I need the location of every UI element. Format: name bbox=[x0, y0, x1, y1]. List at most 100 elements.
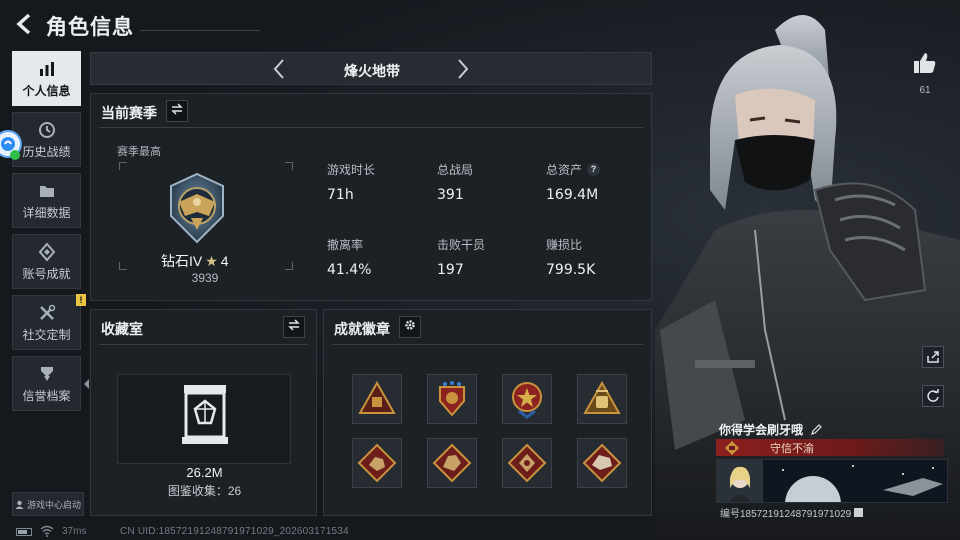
season-selector: 烽火地带 bbox=[90, 52, 652, 85]
stat-value: 197 bbox=[437, 262, 464, 278]
achievement-badge[interactable] bbox=[352, 438, 402, 488]
sidebar-item-social-custom[interactable]: 社交定制 ! bbox=[12, 294, 86, 350]
page-title: 角色信息 bbox=[46, 16, 134, 39]
current-season-panel: 当前赛季 赛季最高 钻石IV ★ 4 3939 游戏时长 71h 总战局 391… bbox=[90, 93, 652, 301]
creature-diamond-badge-icon bbox=[582, 443, 622, 483]
stat-label: 游戏时长 bbox=[327, 163, 376, 177]
rank-stars: 4 bbox=[220, 253, 229, 269]
notification-badge: ! bbox=[76, 294, 86, 306]
achievement-badge[interactable] bbox=[427, 374, 477, 424]
stat-label: 赚损比 bbox=[546, 238, 583, 252]
divider bbox=[99, 344, 308, 345]
stat-value: 71h bbox=[327, 187, 354, 203]
stat-operators-defeated: 击败干员 197 bbox=[437, 236, 485, 278]
title-divider bbox=[140, 30, 260, 31]
season-name: 烽火地带 bbox=[344, 63, 400, 79]
user-icon bbox=[15, 500, 24, 509]
collection-panel[interactable]: 收藏室 26.2M 图鉴收集：26 bbox=[90, 309, 317, 516]
battery-icon bbox=[16, 528, 32, 536]
stat-value: 391 bbox=[437, 187, 464, 203]
reputation-label: 守信不渝 bbox=[770, 442, 814, 455]
achievement-badge[interactable] bbox=[352, 374, 402, 424]
stat-value: 169.4M bbox=[546, 187, 599, 203]
back-arrow-icon[interactable] bbox=[14, 12, 36, 36]
wifi-icon bbox=[40, 525, 54, 537]
reputation-bar: 守信不渝 bbox=[716, 439, 944, 456]
player-id-row: 编号18572191248791971029 bbox=[720, 505, 864, 520]
refresh-button[interactable] bbox=[922, 385, 944, 407]
player-id: 编号18572191248791971029 bbox=[720, 509, 852, 520]
like-count: 61 bbox=[919, 85, 931, 96]
achievements-panel: 成就徽章 bbox=[323, 309, 652, 516]
achievement-badge[interactable] bbox=[427, 438, 477, 488]
stat-label: 撤离率 bbox=[327, 238, 364, 252]
panel-title: 收藏室 bbox=[101, 321, 143, 337]
achievement-badge[interactable] bbox=[502, 438, 552, 488]
help-icon[interactable]: ? bbox=[587, 163, 601, 176]
sidebar-item-reputation[interactable]: 信誉档案 bbox=[12, 356, 89, 411]
reputation-crest-icon bbox=[725, 440, 739, 455]
swap-button[interactable] bbox=[166, 100, 188, 122]
uid-text: CN UID:18572191248791971029_202603171534 bbox=[120, 526, 349, 537]
stat-profit-loss-ratio: 赚损比 799.5K bbox=[546, 236, 595, 278]
clock-icon bbox=[38, 122, 55, 138]
share-icon bbox=[927, 351, 939, 363]
copy-icon[interactable] bbox=[854, 508, 864, 517]
sidebar-item-label: 社交定制 bbox=[22, 328, 71, 342]
round-star-badge-icon bbox=[512, 382, 542, 419]
creature-diamond-badge-icon bbox=[432, 443, 472, 483]
divider bbox=[332, 344, 643, 345]
settings-button[interactable] bbox=[399, 316, 421, 338]
rank-name: 钻石IV bbox=[161, 253, 203, 269]
panel-title: 成就徽章 bbox=[334, 321, 390, 337]
achievement-badge[interactable] bbox=[577, 438, 627, 488]
swap-button[interactable] bbox=[283, 316, 305, 338]
swap-icon bbox=[171, 103, 183, 115]
achievement-badge[interactable] bbox=[577, 374, 627, 424]
chevron-right-icon[interactable] bbox=[453, 57, 473, 81]
sidebar-item-label: 详细数据 bbox=[22, 206, 71, 220]
sidebar-item-detailed-data[interactable]: 详细数据 bbox=[12, 173, 81, 228]
creature-diamond-badge-icon bbox=[507, 443, 547, 483]
sidebar-item-personal-info[interactable]: 个人信息 bbox=[12, 51, 81, 106]
collection-count: 图鉴收集：26 bbox=[167, 484, 242, 498]
swap-icon bbox=[288, 319, 300, 331]
sidebar: 个人信息 历史战绩 详细数据 账号成就 社交定制 ! 信誉档案 bbox=[12, 51, 89, 417]
sidebar-item-achievements[interactable]: 账号成就 bbox=[12, 234, 81, 289]
sidebar-item-label: 个人信息 bbox=[22, 84, 71, 98]
stat-extraction-rate: 撤离率 41.4% bbox=[327, 236, 371, 278]
like-button[interactable]: 61 bbox=[912, 52, 938, 96]
triangle-crest-badge-icon bbox=[583, 380, 621, 414]
refresh-icon bbox=[927, 389, 939, 402]
gear-icon bbox=[405, 320, 415, 330]
stat-label: 击败干员 bbox=[437, 238, 486, 252]
ping-text: 37ms bbox=[62, 526, 87, 537]
player-card-banner bbox=[763, 460, 947, 502]
shield-award-icon bbox=[40, 367, 53, 381]
sidebar-item-label: 历史战绩 bbox=[22, 145, 71, 159]
stat-label: 总战局 bbox=[437, 163, 474, 177]
tools-icon bbox=[39, 304, 55, 320]
bar-chart-icon bbox=[39, 62, 54, 76]
share-button[interactable] bbox=[922, 346, 944, 368]
diamond-badge-icon bbox=[38, 242, 55, 262]
stat-total-assets: 总资产 ? 169.4M bbox=[546, 161, 601, 203]
floating-assistant-icon[interactable] bbox=[0, 124, 24, 164]
folder-icon bbox=[39, 186, 54, 197]
stat-total-matches: 总战局 391 bbox=[437, 161, 473, 203]
collapse-arrow-icon[interactable] bbox=[84, 379, 89, 389]
badge-grid bbox=[352, 374, 632, 488]
achievement-badge[interactable] bbox=[502, 374, 552, 424]
avatar bbox=[717, 460, 763, 502]
edit-pencil-icon[interactable] bbox=[810, 423, 822, 436]
thumbs-up-icon bbox=[914, 53, 936, 73]
player-card[interactable] bbox=[716, 459, 948, 503]
triangle-badge-icon bbox=[358, 380, 396, 414]
sidebar-item-label: 账号成就 bbox=[22, 267, 71, 281]
status-footer: 37ms CN UID:18572191248791971029_2026031… bbox=[0, 524, 960, 540]
stat-label: 总资产 bbox=[546, 163, 583, 177]
collection-preview bbox=[117, 374, 291, 464]
game-center-launch-button[interactable]: 游戏中心启动 bbox=[12, 492, 84, 516]
panel-title: 当前赛季 bbox=[101, 105, 157, 121]
divider bbox=[99, 127, 643, 128]
